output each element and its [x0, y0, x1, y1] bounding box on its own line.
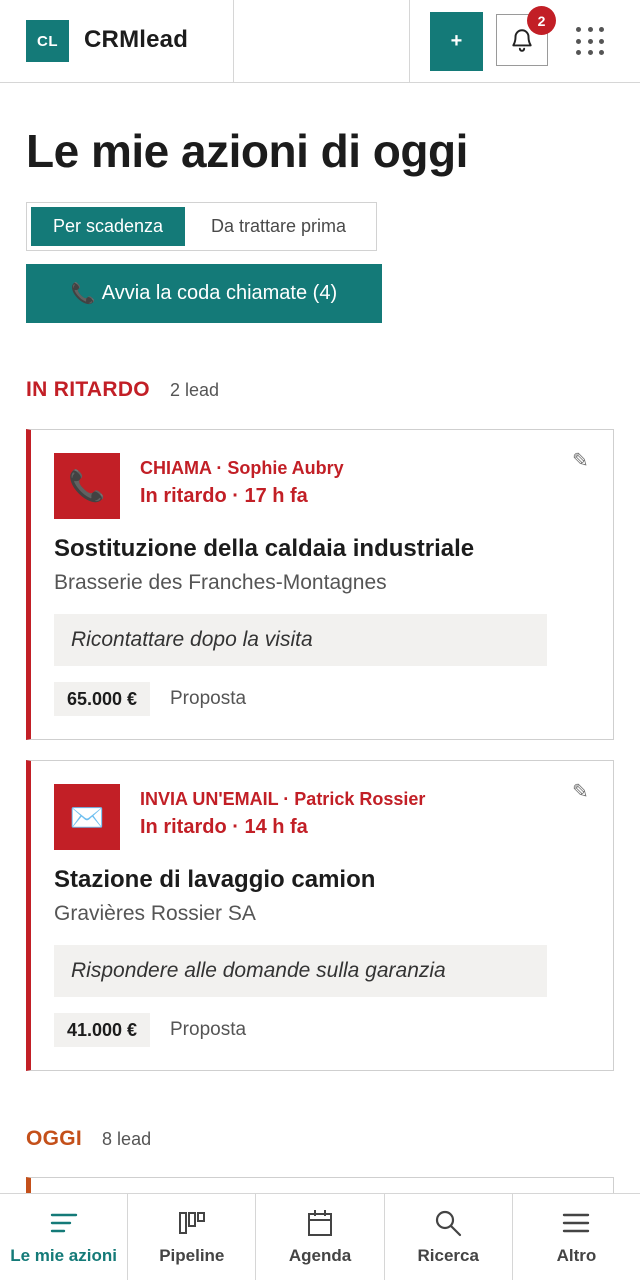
- nav-label: Ricerca: [417, 1246, 479, 1265]
- nav-item-search[interactable]: Ricerca: [385, 1194, 513, 1280]
- header-divider: [233, 0, 234, 83]
- list-icon: [50, 1208, 78, 1238]
- nav-item-more[interactable]: Altro: [513, 1194, 640, 1280]
- action-note: Rispondere alle domande sulla garanzia: [54, 945, 547, 997]
- bottom-navigation: Le mie azioni Pipeline Agenda Ricerca Al…: [0, 1193, 640, 1280]
- contact-name[interactable]: Sophie Aubry: [227, 458, 343, 478]
- kanban-icon: [178, 1208, 206, 1238]
- app-name[interactable]: CRMlead: [84, 26, 188, 54]
- search-icon: [434, 1208, 462, 1238]
- section-title: IN RITARDO: [26, 378, 150, 401]
- action-card[interactable]: ✉️ INVIA UN'EMAIL · Patrick Rossier In r…: [26, 760, 614, 1071]
- calendar-icon: [307, 1208, 333, 1238]
- nav-item-my-actions[interactable]: Le mie azioni: [0, 1194, 129, 1280]
- action-card[interactable]: 📞 CHIAMA · Sophie Aubry In ritardo · 17 …: [26, 429, 614, 740]
- logo-badge[interactable]: CL: [26, 20, 69, 62]
- nav-label: Pipeline: [159, 1246, 225, 1265]
- section-header-today: OGGI 8 lead: [26, 1127, 151, 1151]
- nav-label: Agenda: [288, 1246, 352, 1265]
- nav-item-agenda[interactable]: Agenda: [256, 1194, 385, 1280]
- phone-icon: 📞: [70, 283, 96, 305]
- contact-name[interactable]: Patrick Rossier: [294, 789, 425, 809]
- call-queue-label: Avvia la coda chiamate (4): [101, 282, 338, 304]
- company-name: Brasserie des Franches-Montagnes: [54, 571, 387, 594]
- section-header-overdue: IN RITARDO 2 lead: [26, 378, 219, 402]
- envelope-icon: ✉️: [54, 784, 120, 850]
- separator: ·: [278, 789, 295, 809]
- start-call-queue-button[interactable]: 📞 Avvia la coda chiamate (4): [26, 264, 382, 323]
- due-status: In ritardo · 17 h fa: [140, 485, 308, 507]
- phone-icon: 📞: [54, 453, 120, 519]
- due-status: In ritardo · 14 h fa: [140, 816, 308, 838]
- separator: ·: [211, 458, 228, 478]
- add-button[interactable]: +: [430, 12, 483, 71]
- company-name: Gravières Rossier SA: [54, 902, 256, 925]
- menu-icon: [562, 1208, 590, 1238]
- action-line: CHIAMA · Sophie Aubry: [140, 458, 344, 479]
- section-title: OGGI: [26, 1127, 83, 1150]
- action-line: INVIA UN'EMAIL · Patrick Rossier: [140, 789, 425, 810]
- action-type: CHIAMA: [140, 458, 212, 478]
- nav-item-pipeline[interactable]: Pipeline: [128, 1194, 257, 1280]
- section-count: 2 lead: [169, 380, 219, 400]
- nav-label: Altro: [556, 1246, 597, 1265]
- notification-count-badge: 2: [527, 6, 556, 35]
- nav-label: Le mie azioni: [10, 1246, 117, 1265]
- deal-title[interactable]: Stazione di lavaggio camion: [54, 866, 375, 894]
- action-type: INVIA UN'EMAIL: [140, 789, 279, 809]
- sort-toggle: Per scadenza Da trattare prima: [26, 202, 377, 251]
- page-title: Le mie azioni di oggi: [26, 125, 468, 177]
- app-header: CL CRMlead + 2: [0, 0, 640, 83]
- apps-grid-icon[interactable]: [576, 27, 606, 57]
- deal-amount: 65.000 €: [54, 682, 151, 716]
- header-divider: [409, 0, 410, 83]
- deal-stage: Proposta: [170, 1019, 247, 1040]
- sort-option-due-date[interactable]: Per scadenza: [31, 207, 185, 246]
- edit-pencil-icon[interactable]: ✎: [572, 779, 589, 804]
- deal-amount: 41.000 €: [54, 1013, 151, 1047]
- deal-stage: Proposta: [170, 688, 247, 709]
- edit-pencil-icon[interactable]: ✎: [572, 448, 589, 473]
- section-count: 8 lead: [102, 1129, 152, 1149]
- action-note: Ricontattare dopo la visita: [54, 614, 547, 666]
- sort-option-priority[interactable]: Da trattare prima: [185, 207, 372, 246]
- deal-title[interactable]: Sostituzione della caldaia industriale: [54, 535, 474, 563]
